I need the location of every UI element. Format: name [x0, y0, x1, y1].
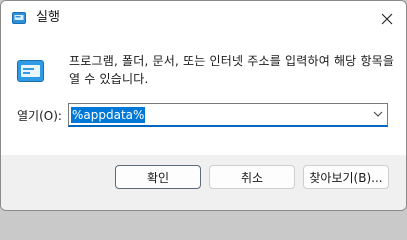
- close-button[interactable]: [371, 3, 403, 35]
- dialog-description: 프로그램, 폴더, 문서, 또는 인터넷 주소를 입력하여 해당 항목을 열 수…: [69, 54, 395, 86]
- open-input-value[interactable]: %appdata%: [71, 107, 146, 123]
- button-bar: 확인 취소 찾아보기(B)...: [1, 155, 406, 210]
- open-field-label: 열기(O):: [17, 109, 62, 123]
- browse-button[interactable]: 찾아보기(B)...: [303, 165, 389, 189]
- ok-button[interactable]: 확인: [115, 165, 201, 189]
- run-icon: [17, 60, 44, 82]
- open-combobox[interactable]: %appdata%: [68, 103, 388, 127]
- title-bar: 실행: [1, 1, 406, 37]
- window-title: 실행: [36, 10, 60, 25]
- close-icon: [381, 13, 393, 25]
- chevron-down-icon[interactable]: [373, 110, 383, 118]
- run-app-icon: [12, 12, 26, 24]
- run-dialog: 실행 프로그램, 폴더, 문서, 또는 인터넷 주소를 입력하여 해당 항목을 …: [0, 0, 407, 211]
- dialog-content: 프로그램, 폴더, 문서, 또는 인터넷 주소를 입력하여 해당 항목을 열 수…: [1, 37, 406, 155]
- cancel-button[interactable]: 취소: [209, 165, 295, 189]
